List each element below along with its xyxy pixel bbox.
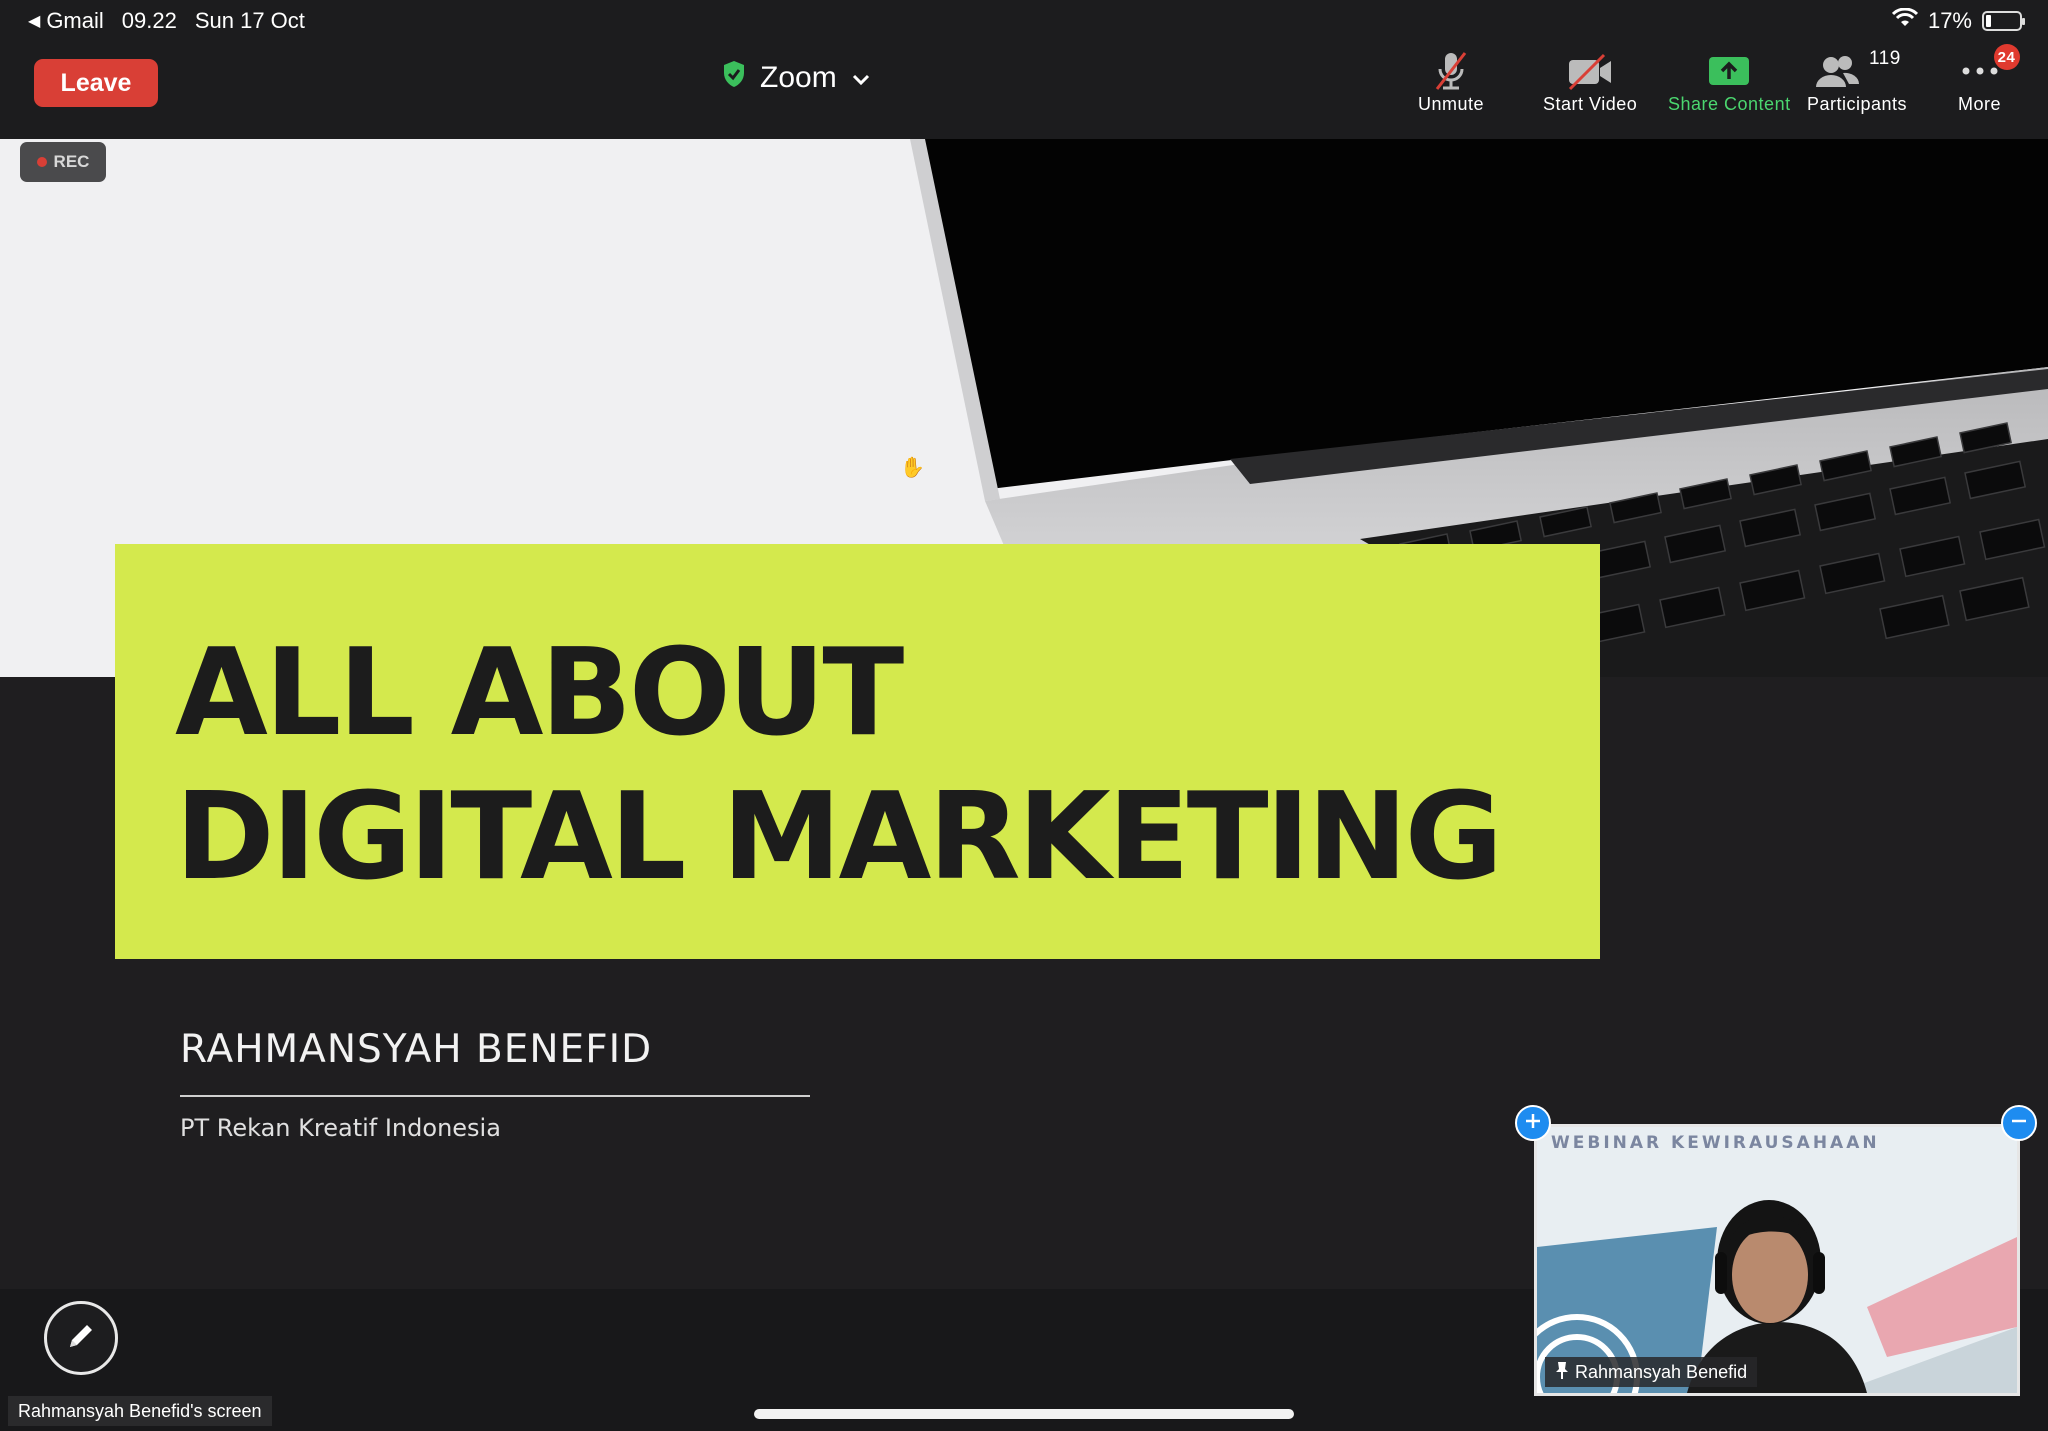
- presenter-divider: [180, 1095, 810, 1097]
- pin-icon: [1555, 1360, 1569, 1385]
- minus-icon: [2009, 1111, 2029, 1136]
- thumbnail-banner: WEBINAR KEWIRAUSAHAAN: [1551, 1133, 1880, 1153]
- annotate-button[interactable]: [44, 1301, 118, 1375]
- participants-label: Participants: [1807, 94, 1908, 114]
- more-label: More: [1958, 94, 2002, 114]
- video-feed: [1537, 1127, 2017, 1393]
- status-bar: ◀ Gmail 09.22 Sun 17 Oct 17%: [0, 0, 2048, 40]
- status-date: Sun 17 Oct: [194, 8, 305, 33]
- shared-screen: REC ✋ ALL ABOUT DIGITAL MARKETING RAHMAN…: [0, 139, 2048, 1289]
- unmute-label: Unmute: [1418, 94, 1485, 114]
- notification-badge: 24: [1993, 44, 2020, 70]
- recording-badge[interactable]: REC: [20, 142, 106, 182]
- recording-label: REC: [53, 152, 90, 171]
- video-camera-off-icon: [1566, 48, 1614, 94]
- participants-icon: 119: [1807, 48, 1907, 94]
- status-time: 09.22: [121, 8, 177, 33]
- hand-cursor-icon: ✋: [900, 457, 925, 479]
- home-indicator[interactable]: [754, 1409, 1294, 1419]
- more-dots-icon: 24: [1960, 44, 2020, 94]
- presenter-name: RAHMANSYAH BENEFID: [180, 1027, 653, 1072]
- expand-thumbnail-button[interactable]: [1515, 1105, 1551, 1141]
- participants-count: 119: [1869, 48, 1901, 69]
- share-content-label: Share Content: [1668, 94, 1791, 114]
- unmute-button[interactable]: Unmute: [1418, 48, 1484, 115]
- microphone-muted-icon: [1431, 48, 1471, 94]
- minimize-thumbnail-button[interactable]: [2001, 1105, 2037, 1141]
- slide-title: ALL ABOUT DIGITAL MARKETING: [175, 624, 1503, 907]
- shield-check-icon: [722, 60, 746, 96]
- back-arrow-icon: ◀: [28, 13, 41, 30]
- share-screen-icon: [1707, 48, 1751, 94]
- presenter-company: PT Rekan Kreatif Indonesia: [180, 1114, 501, 1142]
- start-video-label: Start Video: [1543, 94, 1638, 114]
- chevron-down-icon: [851, 61, 871, 95]
- record-dot-icon: [36, 157, 47, 167]
- battery-icon: [1982, 11, 2025, 31]
- screen-owner-label: Rahmansyah Benefid's screen: [8, 1396, 272, 1426]
- more-button[interactable]: 24 More: [1958, 44, 2020, 115]
- slide-title-box: ALL ABOUT DIGITAL MARKETING: [115, 544, 1600, 959]
- participant-name: Rahmansyah Benefid: [1575, 1361, 1748, 1382]
- video-thumbnail[interactable]: WEBINAR KEWIRAUSAHAAN Rahmansyah Benefid: [1534, 1124, 2020, 1396]
- meeting-title: Zoom: [760, 61, 837, 94]
- wifi-icon: [1891, 7, 1919, 34]
- battery-percent: 17%: [1927, 8, 1972, 33]
- participants-button[interactable]: 119 Participants: [1807, 48, 1907, 115]
- pencil-icon: [64, 1319, 98, 1358]
- leave-button[interactable]: Leave: [34, 59, 158, 107]
- participant-name-tag: Rahmansyah Benefid: [1545, 1357, 1758, 1387]
- back-to-app-link[interactable]: ◀ Gmail: [28, 8, 104, 34]
- back-app-label: Gmail: [46, 8, 104, 33]
- start-video-button[interactable]: Start Video: [1543, 48, 1637, 115]
- meeting-toolbar: Leave Zoom Unmute Start Video Share Cont…: [0, 40, 2048, 139]
- share-content-button[interactable]: Share Content: [1668, 48, 1791, 115]
- meeting-info-button[interactable]: Zoom: [722, 56, 871, 100]
- plus-icon: [1523, 1111, 1543, 1136]
